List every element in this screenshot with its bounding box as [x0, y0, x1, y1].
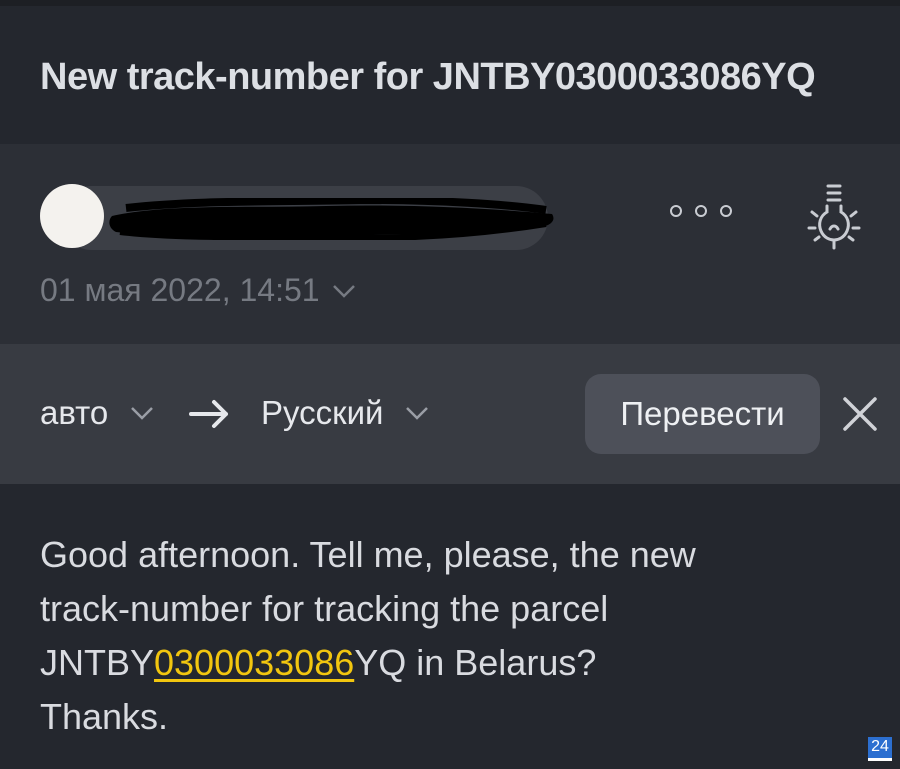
close-icon[interactable]: [842, 396, 878, 432]
chevron-down-icon: [131, 407, 154, 420]
more-dots-icon: [670, 205, 682, 217]
message-body: Good afternoon. Tell me, please, the new…: [0, 484, 900, 769]
date-row[interactable]: 01 мая 2022, 14:51: [40, 272, 356, 309]
subject-bar: New track-number for JNTBY0300033086YQ: [0, 6, 900, 144]
source-language-label: авто: [40, 394, 109, 431]
message-text: Good afternoon. Tell me, please, the new…: [40, 528, 880, 744]
chevron-down-icon: [332, 284, 355, 298]
email-date: 01 мая 2022, 14:51: [40, 272, 320, 308]
message-line: track-number for tracking the parcel: [40, 588, 609, 629]
source-language-select[interactable]: авто: [40, 394, 154, 432]
message-line: JNTBY0300033086YQ in Belarus?: [40, 636, 880, 690]
avatar[interactable]: [40, 184, 104, 248]
more-button[interactable]: [670, 200, 732, 222]
redaction-mark: [109, 198, 554, 240]
site-badge: 24: [868, 737, 892, 761]
chevron-down-icon: [406, 407, 429, 420]
more-dots-icon: [720, 205, 732, 217]
translate-bar: авто Русский Перевести: [0, 344, 900, 484]
tracking-suffix: YQ in Belarus?: [354, 642, 597, 683]
message-line: Thanks.: [40, 696, 169, 737]
tracking-prefix: JNTBY: [40, 642, 155, 683]
sender-header: 01 мая 2022, 14:51: [0, 144, 900, 344]
tracking-number-link[interactable]: 0300033086: [154, 642, 354, 683]
lightbulb-icon[interactable]: [806, 182, 862, 250]
more-dots-icon: [695, 205, 707, 217]
translate-button[interactable]: Перевести: [585, 374, 820, 454]
message-line: Good afternoon. Tell me, please, the new: [40, 534, 696, 575]
target-language-label: Русский: [261, 394, 384, 431]
email-subject: New track-number for JNTBY0300033086YQ: [40, 56, 816, 98]
arrow-right-icon: [189, 400, 228, 428]
target-language-select[interactable]: Русский: [261, 394, 429, 432]
